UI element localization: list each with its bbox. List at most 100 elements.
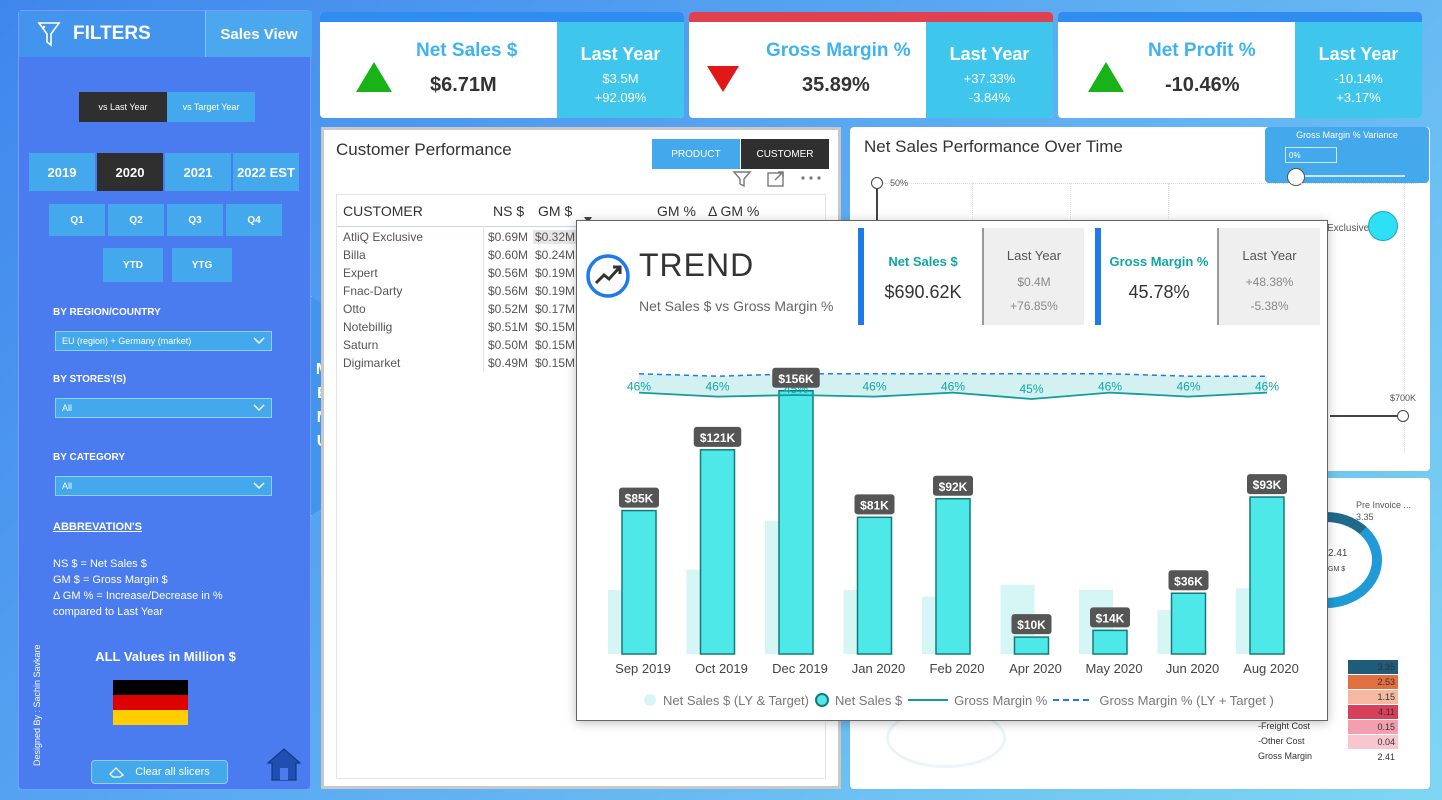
legend-label: Gross Margin %: [954, 692, 1048, 708]
axis-top-label: 50%: [890, 178, 909, 188]
trend-tooltip: TREND Net Sales $ vs Gross Margin % Net …: [576, 220, 1328, 721]
ns-value: $0.60M: [488, 248, 529, 262]
kpi-card-net-sales: Net Sales $ $6.71M Last Year $3.5M +92.0…: [320, 12, 684, 118]
kpi-value: $6.71M: [430, 74, 497, 96]
trend-card-gross-margin: Gross Margin % 45.78%: [1101, 228, 1217, 325]
kpi-side-change: +92.09%: [594, 90, 647, 105]
trend-card-net-sales-ly: Last Year $0.4M +76.85%: [984, 228, 1084, 325]
quarter-q1-button[interactable]: Q1: [49, 204, 105, 236]
gm-value: $0.15M: [535, 356, 576, 370]
kpi-last-year: Last Year +37.33% -3.84%: [926, 22, 1053, 118]
gm-value: $0.24M: [535, 248, 576, 262]
focus-mode-icon[interactable]: [766, 170, 786, 188]
x-axis-label: Dec 2019: [772, 661, 828, 676]
category-dropdown[interactable]: All: [55, 476, 272, 496]
stores-label: BY STORES'(S): [53, 374, 127, 385]
column-header[interactable]: NS $: [493, 203, 524, 219]
home-icon[interactable]: [265, 745, 303, 783]
region-dropdown[interactable]: EU (region) + Germany (market): [55, 331, 272, 351]
ns-value: $0.50M: [488, 338, 529, 352]
kpi-last-year: Last Year $3.5M +92.09%: [557, 22, 684, 118]
sales-data-label: $92K: [939, 480, 968, 494]
gm-variance-input[interactable]: 0%: [1285, 147, 1337, 163]
net-sales-bar: [1170, 592, 1207, 655]
ytd-button[interactable]: YTD: [103, 248, 163, 282]
trend-icon: [586, 254, 630, 298]
column-header[interactable]: CUSTOMER: [343, 203, 423, 219]
x-axis-label: May 2020: [1085, 661, 1142, 676]
gm-variance-track: [1295, 175, 1405, 177]
kpi-title: Gross Margin %: [766, 40, 911, 61]
pl-row-value: 0.15: [1348, 720, 1398, 734]
kpi-side-value: $3.5M: [602, 71, 639, 86]
legend-marker: [908, 699, 949, 701]
gm-value: $0.32M: [533, 230, 578, 244]
column-header[interactable]: GM $: [538, 203, 572, 219]
customer-name: Saturn: [343, 338, 379, 352]
vs-last-year-button[interactable]: vs Last Year: [79, 92, 167, 122]
customer-name: AtliQ Exclusive: [343, 230, 424, 244]
column-header[interactable]: GM %: [657, 203, 696, 219]
tab-customer[interactable]: CUSTOMER: [741, 139, 829, 169]
ns-value: $0.56M: [488, 266, 529, 280]
sales-data-label: $85K: [625, 492, 654, 506]
filters-title: FILTERS: [73, 23, 151, 44]
abbreviation-line: GM $ = Gross Margin $: [53, 574, 168, 586]
legend-label: Net Sales $ (LY & Target): [663, 692, 809, 708]
abbreviation-line: compared to Last Year: [53, 606, 164, 618]
chevron-down-icon: [253, 337, 265, 345]
ns-value: $0.51M: [488, 320, 529, 334]
year-2019-button[interactable]: 2019: [29, 153, 95, 191]
x-slider-handle[interactable]: [1397, 410, 1409, 422]
germany-flag: [113, 680, 188, 725]
gm-data-label: 45%: [1019, 382, 1043, 396]
y-slider-track: [876, 183, 878, 223]
gm-value: $0.19M: [535, 266, 576, 280]
column-header[interactable]: Δ GM %: [708, 203, 759, 219]
kpi-main: Gross Margin % 35.89%: [689, 22, 925, 118]
pl-row-value: 2.53: [1348, 675, 1398, 689]
y-slider-handle[interactable]: [871, 177, 883, 189]
kpi-value: 35.89%: [802, 74, 870, 96]
net-sales-bar: [1013, 636, 1050, 655]
stores-dropdown[interactable]: All: [55, 398, 272, 418]
quarter-q2-button[interactable]: Q2: [108, 204, 164, 236]
sales-data-label: $156K: [778, 372, 814, 386]
pl-row-value: 2.41: [1377, 752, 1395, 762]
funnel-icon: [37, 22, 61, 47]
all-values-note: ALL Values in Million $: [95, 649, 236, 664]
customer-name: Billa: [343, 248, 366, 262]
net-sales-bar: [856, 516, 893, 655]
vs-target-year-button[interactable]: vs Target Year: [167, 92, 255, 122]
net-sales-bar: [699, 449, 736, 655]
x-axis-label: Oct 2019: [695, 661, 748, 676]
quarter-q3-button[interactable]: Q3: [167, 204, 223, 236]
card-side-change: +76.85%: [1010, 299, 1058, 313]
ns-value: $0.69M: [488, 230, 529, 244]
card-side-label: Last Year: [1242, 248, 1297, 263]
filter-icon[interactable]: [732, 169, 752, 189]
card-side-label: Last Year: [1006, 248, 1062, 263]
quarter-q4-button[interactable]: Q4: [226, 204, 282, 236]
year-2022-est-button[interactable]: 2022 EST: [233, 153, 299, 191]
trend-down-icon: [707, 66, 739, 92]
sales-view-tab[interactable]: Sales View: [205, 11, 312, 57]
year-2021-button[interactable]: 2021: [165, 153, 231, 191]
more-options-icon[interactable]: [800, 174, 822, 182]
gm-variance-slicer[interactable]: Gross Margin % Variance 0%: [1265, 127, 1429, 186]
bubble-label: Exclusive: [1327, 223, 1370, 234]
gm-value: $0.15M: [535, 338, 576, 352]
chevron-down-icon: [253, 482, 265, 490]
card-label: Net Sales $: [888, 254, 958, 269]
tab-product[interactable]: PRODUCT: [652, 139, 740, 169]
clear-all-slicers-button[interactable]: Clear all slicers: [91, 760, 228, 784]
legend-label: Net Sales $: [834, 692, 903, 708]
customer-bubble[interactable]: [1368, 211, 1398, 241]
card-value: 45.78%: [1128, 282, 1190, 302]
year-2020-button[interactable]: 2020: [97, 153, 163, 191]
stores-value: All: [62, 403, 73, 413]
chart-legend: Net Sales $ (LY & Target) Net Sales $ Gr…: [643, 689, 1283, 711]
kpi-card-gross-margin: Gross Margin % 35.89% Last Year +37.33% …: [689, 12, 1053, 118]
customer-name: Expert: [343, 266, 378, 280]
ytg-button[interactable]: YTG: [172, 248, 232, 282]
